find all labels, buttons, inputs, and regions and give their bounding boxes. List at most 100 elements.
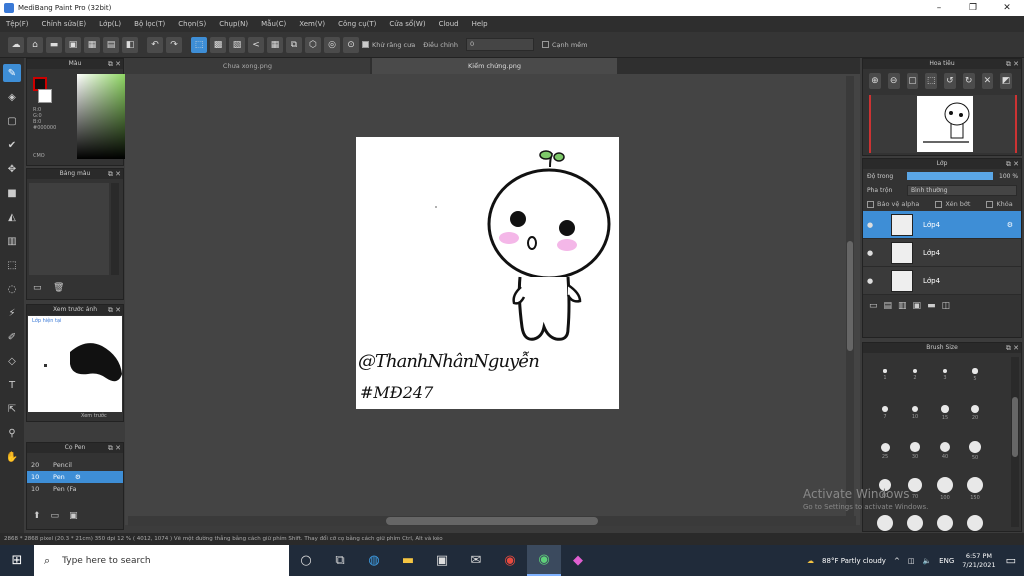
brush-add-icon[interactable]: ⬆	[33, 511, 41, 521]
brush-size-scrollbar[interactable]	[1011, 357, 1019, 527]
hatch-icon[interactable]: ▦	[267, 36, 283, 53]
tab-unfinished[interactable]: Chưa xong.png	[125, 58, 370, 74]
zoom-out-icon[interactable]: ⊖	[887, 73, 900, 89]
chrome-icon[interactable]: ◉	[493, 545, 527, 576]
brush-size-cell[interactable]: 10	[901, 395, 929, 431]
cortana-icon[interactable]: ○	[289, 545, 323, 576]
menu-tools[interactable]: Công cụ(T)	[338, 20, 376, 28]
magic-wand-icon[interactable]: ⚡	[3, 304, 21, 322]
new-layer-icon[interactable]: ▭	[869, 301, 878, 311]
snap-icon[interactable]: ⬡	[305, 36, 321, 53]
layer-item[interactable]: ● Lớp4	[863, 267, 1021, 295]
brush-size-cell[interactable]: 150	[961, 471, 989, 507]
flip-icon[interactable]: ✕	[981, 73, 994, 89]
close-button[interactable]: ✕	[990, 0, 1024, 16]
canvas-area[interactable]: @ThanhNhânNguyễn #MĐ247	[125, 74, 860, 525]
transform-icon[interactable]: ⧉	[286, 36, 302, 53]
brush-icon[interactable]: ✎	[3, 64, 21, 82]
menu-tone[interactable]: Mẫu(C)	[261, 20, 286, 28]
taskbar-search[interactable]: ⌕ Type here to search	[34, 545, 289, 576]
visibility-eye-icon[interactable]: ●	[867, 221, 877, 229]
brush-settings-icon[interactable]: ▣	[69, 511, 78, 521]
eraser-icon[interactable]: ◈	[3, 88, 21, 106]
pen-item-pencil[interactable]: 20 Pencil	[27, 459, 123, 471]
layer-item[interactable]: ● Lớp4 ⚙	[863, 211, 1021, 239]
select-tool-icon[interactable]: ⬚	[191, 36, 207, 53]
soft-edge-checkbox[interactable]: Cạnh mềm	[542, 41, 588, 49]
menu-edit[interactable]: Chỉnh sửa(E)	[42, 20, 87, 28]
fill-select-icon[interactable]: ▩	[210, 36, 226, 53]
windows-start-icon[interactable]: ⊞	[0, 545, 34, 576]
folder-icon[interactable]: ▬	[927, 301, 936, 311]
dot-snap-icon[interactable]: ⊙	[343, 36, 359, 53]
palette-area[interactable]	[29, 183, 109, 275]
operation-icon[interactable]: ⇱	[3, 400, 21, 418]
delete-layer-icon[interactable]: ◫	[942, 301, 951, 311]
preview-tab-preview[interactable]: Xem trước	[81, 413, 107, 419]
medibang-taskbar-icon[interactable]: ◉	[527, 545, 561, 576]
hand-icon[interactable]: ✋	[3, 448, 21, 466]
new-layer-8bit-icon[interactable]: ▤	[884, 301, 893, 311]
opacity-slider[interactable]	[907, 172, 993, 180]
check-icon[interactable]: ✔	[3, 136, 21, 154]
tab-proof[interactable]: Kiểm chứng.png	[372, 58, 617, 74]
navigator-thumbnail[interactable]	[869, 95, 1017, 153]
brush-size-cell[interactable]: 1	[871, 357, 899, 393]
grid-icon[interactable]: ▦	[84, 36, 100, 53]
eyedropper-icon[interactable]: ⚲	[3, 424, 21, 442]
lang-indicator[interactable]: ENG	[939, 557, 954, 565]
actual-size-icon[interactable]: ⬚	[925, 73, 937, 89]
visibility-eye-icon[interactable]: ●	[867, 277, 877, 285]
antialias-checkbox[interactable]: Khử răng cưa	[362, 41, 415, 49]
pen-item-pen-fade[interactable]: 10 Pen (Fa	[27, 483, 123, 495]
menu-snap[interactable]: Chụp(N)	[219, 20, 248, 28]
zoom-in-icon[interactable]: ⊕	[869, 73, 881, 89]
correction-select[interactable]: 0	[466, 38, 534, 51]
palette-scrollbar[interactable]	[111, 183, 119, 275]
clipping-checkbox[interactable]: Xén bớt	[935, 200, 970, 208]
add-layer-menu-icon[interactable]: ▣	[913, 301, 922, 311]
brush-size-cell[interactable]: 100	[931, 471, 959, 507]
panel-close-icon[interactable]: ⧉ ✕	[108, 305, 121, 315]
panel-close-icon[interactable]: ⧉ ✕	[108, 443, 121, 453]
fill-rect-icon[interactable]: ■	[3, 184, 21, 202]
weather-text[interactable]: 88°F Partly cloudy	[822, 557, 886, 565]
mail-icon[interactable]: ✉	[459, 545, 493, 576]
palette-add-icon[interactable]: ▭	[33, 283, 42, 293]
lock-checkbox[interactable]: Khóa	[986, 200, 1013, 208]
bucket-icon[interactable]: ◭	[3, 208, 21, 226]
fit-icon[interactable]: ▢	[906, 73, 919, 89]
menu-filter[interactable]: Bộ lọc(T)	[134, 20, 165, 28]
background-color-swatch[interactable]	[38, 89, 52, 103]
undo-icon[interactable]: ↶	[147, 36, 163, 53]
brush-size-cell[interactable]: 30	[901, 433, 929, 469]
canvas-horizontal-scrollbar[interactable]	[128, 516, 856, 526]
store-icon[interactable]: ▣	[425, 545, 459, 576]
invert-icon[interactable]: ▧	[229, 36, 245, 53]
home-icon[interactable]: ⌂	[27, 36, 43, 53]
protect-alpha-checkbox[interactable]: Bảo vệ alpha	[867, 200, 919, 208]
tray-chevron-icon[interactable]: ^	[894, 557, 900, 565]
palette-delete-icon[interactable]: 🗑	[53, 283, 64, 293]
notification-icon[interactable]: ▭	[1006, 554, 1016, 567]
layout-icon[interactable]: ▤	[103, 36, 119, 53]
brush-size-cell[interactable]: 50	[961, 433, 989, 469]
artboard[interactable]: @ThanhNhânNguyễn #MĐ247	[356, 137, 619, 409]
menu-window[interactable]: Cửa sổ(W)	[389, 20, 425, 28]
panel-close-icon[interactable]: ⧉ ✕	[1006, 159, 1019, 169]
layer-item[interactable]: ● Lớp4	[863, 239, 1021, 267]
move-icon[interactable]: ✥	[3, 160, 21, 178]
brush-size-cell[interactable]: 40	[931, 433, 959, 469]
dot-icon[interactable]: ▢	[3, 112, 21, 130]
panel-close-icon[interactable]: ⧉ ✕	[108, 59, 121, 69]
canvas-vertical-scrollbar[interactable]	[846, 76, 854, 516]
new-layer-1bit-icon[interactable]: ▥	[898, 301, 907, 311]
brush-size-cell[interactable]: 7	[871, 395, 899, 431]
rotate-left-icon[interactable]: ↺	[944, 73, 956, 89]
text-icon[interactable]: T	[3, 376, 21, 394]
scroll-thumb[interactable]	[1012, 397, 1018, 457]
rotate-right-icon[interactable]: ↻	[962, 73, 975, 89]
brush-copy-icon[interactable]: ▭	[51, 511, 60, 521]
saturation-square[interactable]	[77, 74, 132, 159]
brush-size-cell[interactable]: 2	[901, 357, 929, 393]
